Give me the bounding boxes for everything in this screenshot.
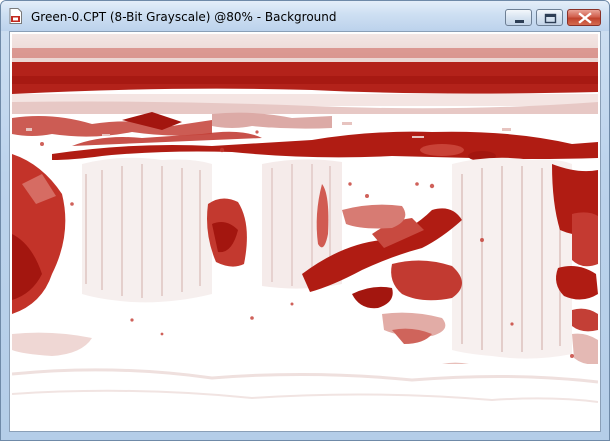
document-file-icon <box>9 8 22 24</box>
minimize-button[interactable] <box>505 9 532 26</box>
close-button[interactable] <box>567 9 601 26</box>
window-title: Green-0.CPT (8-Bit Grayscale) @80% - Bac… <box>31 10 337 24</box>
image-canvas[interactable] <box>12 34 598 429</box>
maximize-icon <box>544 13 557 24</box>
close-icon <box>578 12 592 24</box>
document-window: Green-0.CPT (8-Bit Grayscale) @80% - Bac… <box>0 0 610 441</box>
image-canvas-frame[interactable] <box>9 31 601 432</box>
minimize-icon <box>515 20 524 23</box>
title-bar[interactable]: Green-0.CPT (8-Bit Grayscale) @80% - Bac… <box>1 1 609 31</box>
maximize-button[interactable] <box>536 9 563 26</box>
